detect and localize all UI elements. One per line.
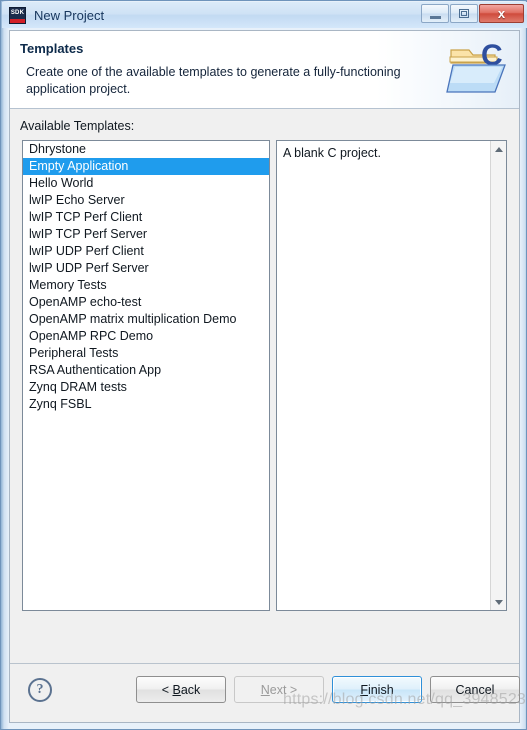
new-project-window: SDK New Project x Templates Create one o… <box>0 0 527 730</box>
close-icon: x <box>497 6 506 21</box>
page-title: Templates <box>20 41 84 56</box>
list-item[interactable]: OpenAMP RPC Demo <box>23 328 269 345</box>
available-templates-label: Available Templates: <box>20 119 135 133</box>
list-item[interactable]: Memory Tests <box>23 277 269 294</box>
scroll-down-button[interactable] <box>491 594 506 610</box>
wizard-dialog: Templates Create one of the available te… <box>9 30 520 723</box>
close-button[interactable]: x <box>479 4 524 23</box>
back-button-label: < Back <box>161 682 201 697</box>
list-item[interactable]: Hello World <box>23 175 269 192</box>
list-item[interactable]: OpenAMP echo-test <box>23 294 269 311</box>
list-item[interactable]: lwIP TCP Perf Server <box>23 226 269 243</box>
minimize-button[interactable] <box>421 4 449 23</box>
list-item[interactable]: OpenAMP matrix multiplication Demo <box>23 311 269 328</box>
title-bar: SDK New Project x <box>2 2 527 28</box>
restore-icon <box>459 9 469 18</box>
templates-listbox[interactable]: Dhrystone Empty Application Hello World lwI… <box>22 140 270 611</box>
list-item[interactable]: Empty Application <box>23 158 269 175</box>
list-item[interactable]: Peripheral Tests <box>23 345 269 362</box>
scroll-down-icon <box>494 599 503 605</box>
template-description-text: A blank C project. <box>283 146 381 160</box>
list-item[interactable]: lwIP UDP Perf Server <box>23 260 269 277</box>
list-item[interactable]: Zynq DRAM tests <box>23 379 269 396</box>
window-controls: x <box>420 3 524 24</box>
list-item[interactable]: lwIP Echo Server <box>23 192 269 209</box>
list-item[interactable]: lwIP TCP Perf Client <box>23 209 269 226</box>
sdk-icon-stripe <box>10 18 25 23</box>
list-item[interactable]: Dhrystone <box>23 141 269 158</box>
sdk-icon-label: SDK <box>10 9 25 16</box>
help-button[interactable]: ? <box>28 678 52 702</box>
scroll-up-icon <box>494 146 503 152</box>
list-item[interactable]: Zynq FSBL <box>23 396 269 413</box>
sdk-icon: SDK <box>9 6 26 24</box>
scroll-up-button[interactable] <box>491 141 506 157</box>
minimize-icon <box>429 15 441 19</box>
back-button[interactable]: < Back <box>136 676 226 703</box>
page-description: Create one of the available templates to… <box>26 65 401 96</box>
wizard-content: Available Templates: Dhrystone Empty Appl… <box>10 110 519 663</box>
template-description-panel: A blank C project. <box>276 140 507 611</box>
description-scrollbar[interactable] <box>490 141 506 610</box>
window-title: New Project <box>34 7 105 23</box>
list-item[interactable]: lwIP UDP Perf Client <box>23 243 269 260</box>
wizard-banner: Templates Create one of the available te… <box>10 31 519 109</box>
list-item[interactable]: RSA Authentication App <box>23 362 269 379</box>
c-project-folder-icon: C <box>446 39 506 93</box>
restore-button[interactable] <box>450 4 478 23</box>
watermark-text: https://blog.csdn.net/qq_39485231 <box>283 691 527 708</box>
